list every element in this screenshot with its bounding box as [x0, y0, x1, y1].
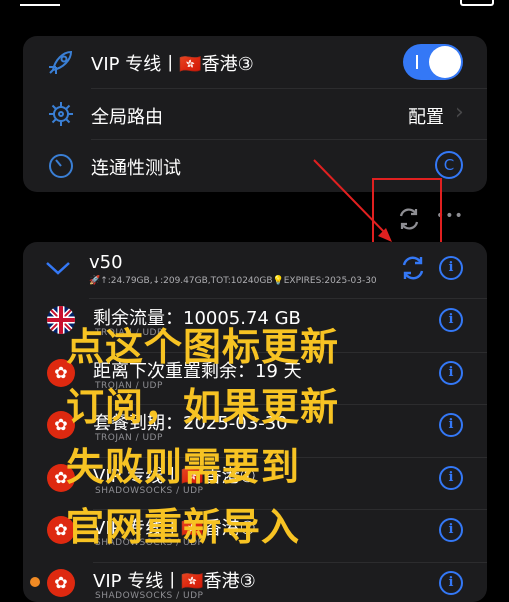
server-info-icon[interactable]: i [439, 570, 463, 595]
rocket-icon [45, 46, 77, 78]
server-info-icon[interactable]: i [439, 413, 463, 437]
hk-flag-icon: ✿ [47, 568, 75, 597]
status-dot [30, 577, 40, 587]
vip-toggle[interactable] [403, 44, 463, 80]
vip-row-label: VIP 专线丨🇭🇰香港③ [91, 54, 254, 75]
refresh-subscription-icon[interactable] [399, 254, 427, 282]
chevron-right-icon: › [455, 100, 464, 125]
server-name[interactable]: VIP 专线丨🇭🇰香港③ [93, 567, 256, 593]
top-settings-card: VIP 专线丨🇭🇰香港③ 全局路由 配置 › 连通性测试 C [23, 36, 487, 192]
chevron-down-icon[interactable] [45, 260, 71, 276]
subscription-name: v50 [89, 252, 123, 273]
subscription-stats: 🚀↑:24.79GB,↓:209.47GB,TOT:10240GB💡EXPIRE… [89, 276, 377, 286]
connectivity-badge-icon[interactable]: C [435, 151, 463, 179]
routing-config-value[interactable]: 配置 [408, 103, 444, 129]
helm-icon [47, 100, 75, 128]
server-protocol: SHADOWSOCKS / UDP [95, 590, 204, 601]
server-info-icon[interactable]: i [439, 465, 463, 490]
global-routing-label[interactable]: 全局路由 [91, 103, 163, 129]
server-info-icon[interactable]: i [439, 518, 463, 542]
annotation-line-4: 官网重新导入 [66, 505, 301, 549]
subscription-info-icon[interactable]: i [439, 256, 463, 280]
annotation-line-2: 订阅，如果更新 [66, 385, 340, 429]
battery-icon [460, 0, 494, 6]
annotation-line-1: 点这个图标更新 [66, 325, 340, 369]
server-info-icon[interactable]: i [439, 308, 463, 332]
connectivity-test-label[interactable]: 连通性测试 [91, 154, 181, 180]
speedometer-icon [47, 152, 75, 180]
status-bar-fragment [20, 0, 60, 6]
annotation-line-3: 失败则需要到 [66, 445, 301, 489]
server-info-icon[interactable]: i [439, 360, 463, 385]
